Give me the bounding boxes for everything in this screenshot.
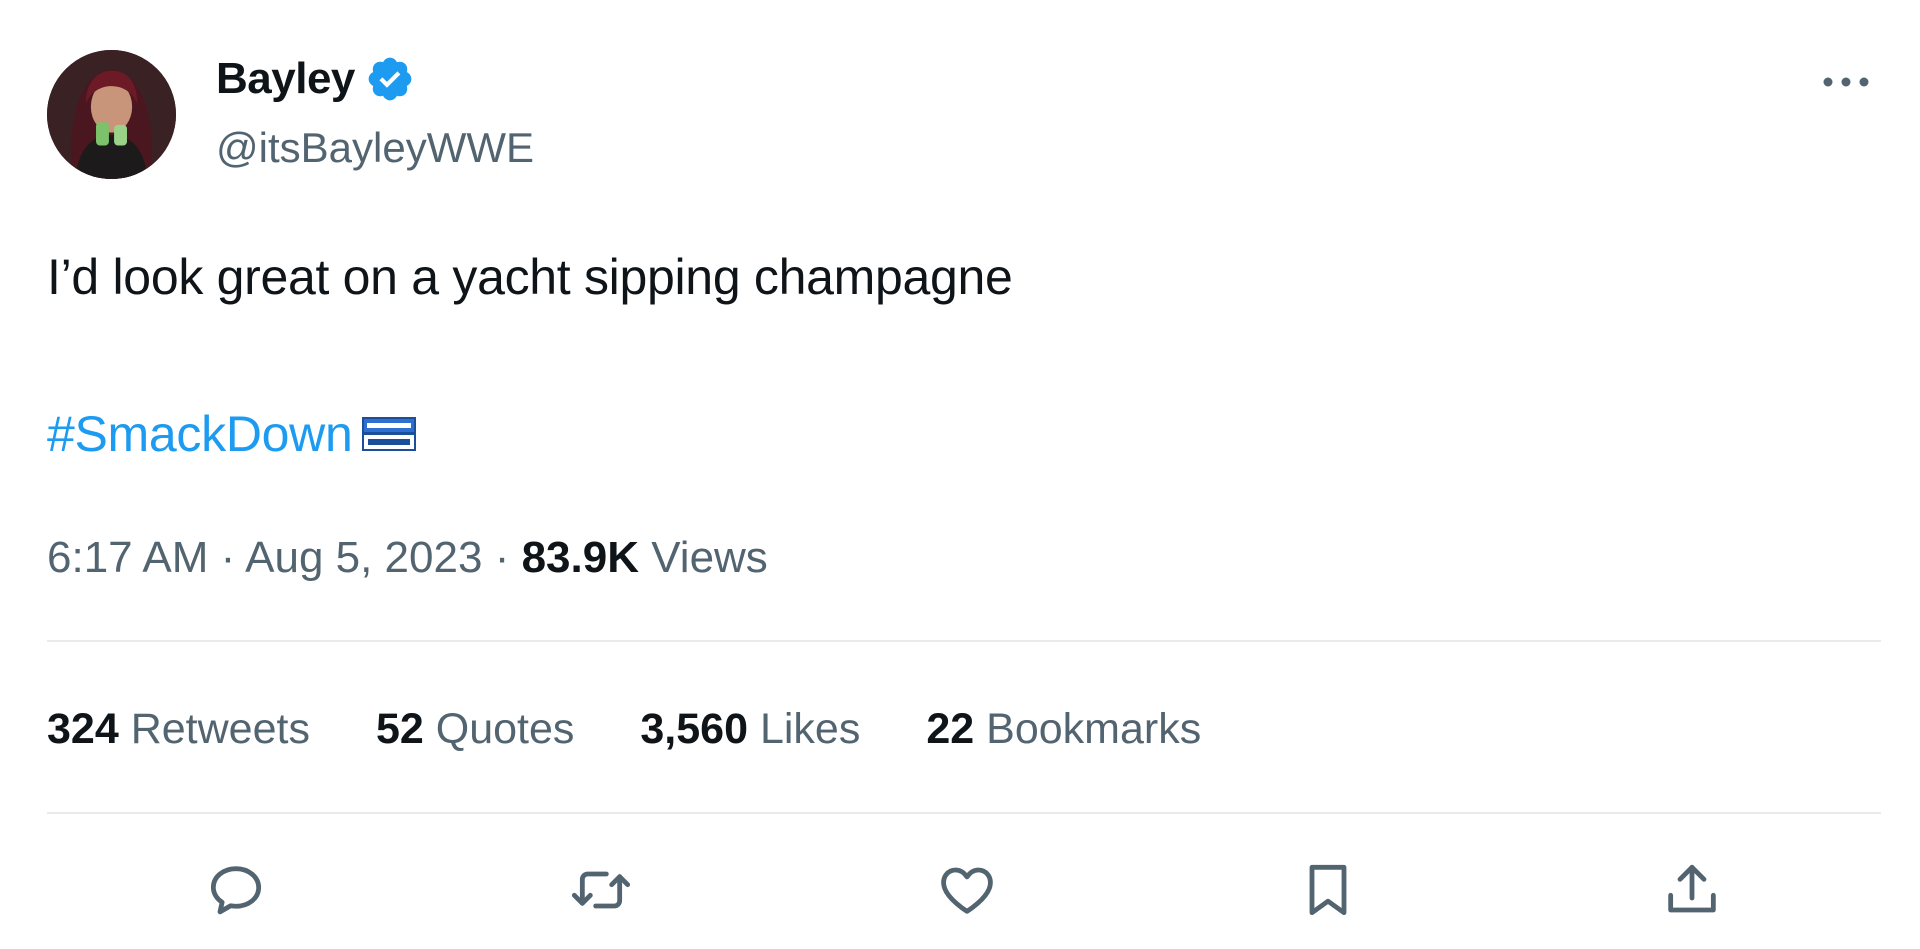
tweet-card: Bayley @itsBayleyWWE I’d look great on a… xyxy=(0,0,1920,949)
bookmark-button[interactable] xyxy=(1288,850,1368,930)
stat-label: Bookmarks xyxy=(986,705,1202,753)
verified-badge-icon xyxy=(368,57,412,101)
divider-top xyxy=(47,640,1881,642)
divider-bottom xyxy=(47,812,1881,814)
meta-separator-2: · xyxy=(494,533,510,582)
hashtag-row: #SmackDown xyxy=(47,405,418,463)
stat-label: Likes xyxy=(759,705,861,753)
smackdown-logo-icon xyxy=(362,417,417,451)
stat-count: 324 xyxy=(47,705,119,753)
author-display-name[interactable]: Bayley xyxy=(216,54,355,104)
hashtag-link[interactable]: #SmackDown xyxy=(47,405,353,463)
meta-separator: · xyxy=(220,533,236,582)
avatar-photo xyxy=(47,50,176,179)
like-icon xyxy=(941,867,993,914)
tweet-date[interactable]: Aug 5, 2023 xyxy=(245,533,482,582)
views-label: Views xyxy=(651,533,768,582)
retweet-icon xyxy=(571,871,631,909)
more-dots-icon xyxy=(1823,77,1869,87)
stat-bookmarks[interactable]: 22 Bookmarks xyxy=(926,705,1201,754)
share-button[interactable] xyxy=(1652,850,1732,930)
author-name-row: Bayley xyxy=(216,54,415,104)
stat-count: 52 xyxy=(375,705,424,753)
author-handle[interactable]: @itsBayleyWWE xyxy=(216,124,534,172)
stat-label: Quotes xyxy=(435,705,575,753)
reply-button[interactable] xyxy=(196,850,276,930)
stat-retweets[interactable]: 324 Retweets xyxy=(47,705,310,754)
avatar[interactable] xyxy=(47,50,176,179)
views-count[interactable]: 83.9K xyxy=(522,533,639,582)
tweet-time[interactable]: 6:17 AM xyxy=(47,533,208,582)
stat-quotes[interactable]: 52 Quotes xyxy=(376,705,574,754)
tweet-text: I’d look great on a yacht sipping champa… xyxy=(47,249,1013,305)
tweet-meta: 6:17 AM · Aug 5, 2023 · 83.9K Views xyxy=(47,533,768,583)
more-options-button[interactable] xyxy=(1816,62,1876,102)
stat-count: 3,560 xyxy=(640,705,748,753)
tweet-actions xyxy=(0,850,1920,930)
like-button[interactable] xyxy=(927,850,1007,930)
engagement-stats: 324 Retweets 52 Quotes 3,560 Likes 22 Bo… xyxy=(47,705,1267,754)
stat-count: 22 xyxy=(926,705,975,753)
share-icon xyxy=(1668,864,1716,913)
stat-label: Retweets xyxy=(130,705,310,753)
retweet-button[interactable] xyxy=(561,850,641,930)
reply-icon xyxy=(210,866,262,915)
bookmark-icon xyxy=(1309,864,1347,916)
stat-likes[interactable]: 3,560 Likes xyxy=(640,705,860,754)
